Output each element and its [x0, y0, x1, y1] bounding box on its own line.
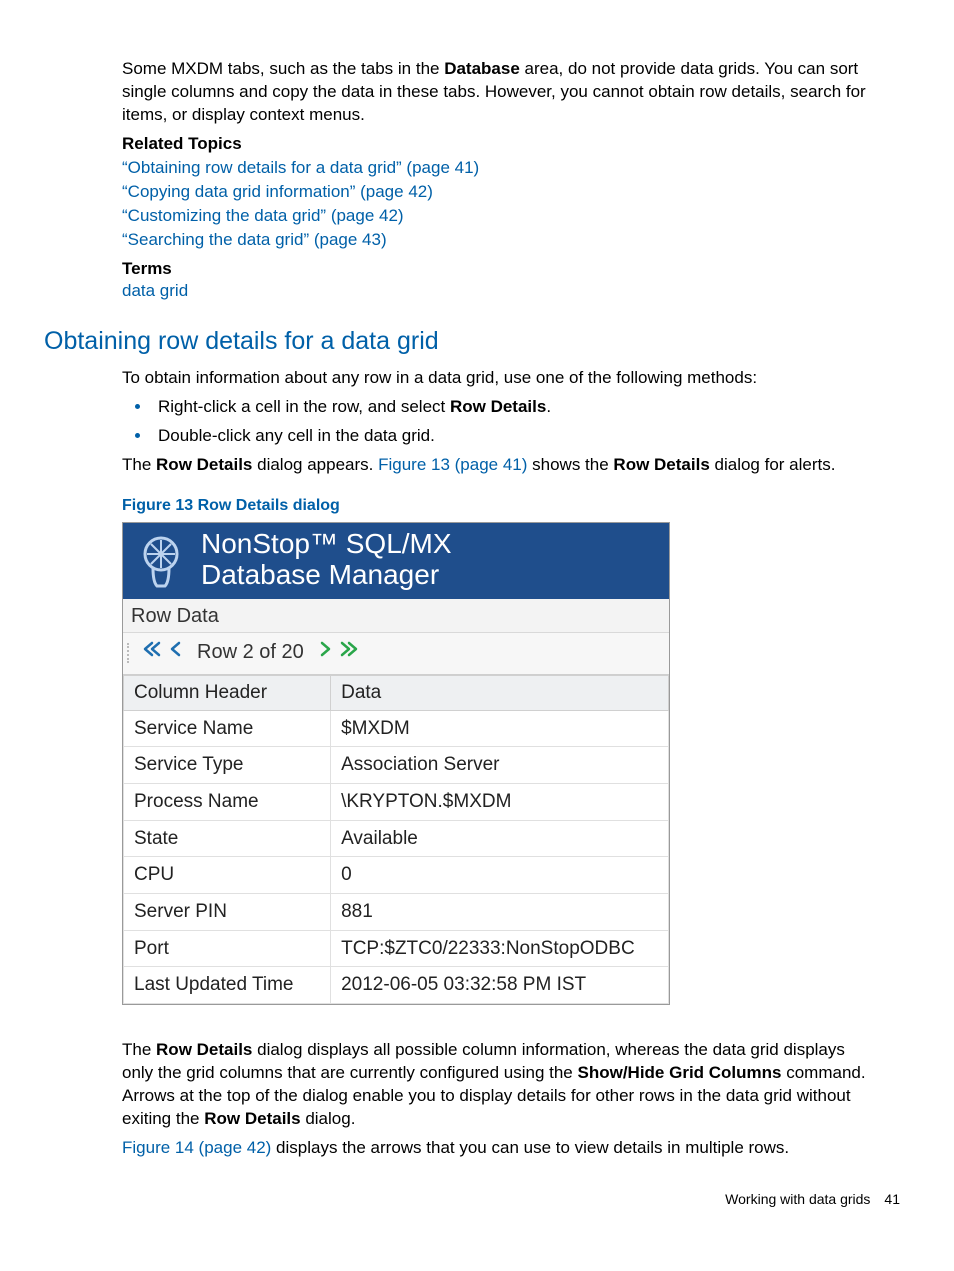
row-details-dialog: NonStop™ SQL/MX Database Manager Row Dat… — [122, 522, 670, 1004]
table-row[interactable]: Service TypeAssociation Server — [124, 747, 669, 784]
next-row-button[interactable] — [316, 639, 334, 666]
figure-14-link[interactable]: Figure 14 (page 42) — [122, 1138, 271, 1157]
first-row-button[interactable] — [143, 639, 161, 666]
related-topics-heading: Related Topics — [122, 133, 866, 156]
dialog-banner: NonStop™ SQL/MX Database Manager — [123, 523, 669, 599]
footer-page-number: 41 — [884, 1190, 900, 1209]
table-row[interactable]: PortTCP:$ZTC0/22333:NonStopODBC — [124, 930, 669, 967]
col-header[interactable]: Column Header — [124, 676, 331, 711]
row-key: Last Updated Time — [124, 967, 331, 1004]
figure-14-ref: Figure 14 (page 42) displays the arrows … — [122, 1137, 866, 1160]
table-row[interactable]: StateAvailable — [124, 820, 669, 857]
figure-caption: Figure 13 Row Details dialog — [122, 495, 866, 517]
table-row[interactable]: Process Name\KRYPTON.$MXDM — [124, 783, 669, 820]
table-row[interactable]: Server PIN881 — [124, 893, 669, 930]
row-key: Port — [124, 930, 331, 967]
row-value: Available — [331, 820, 669, 857]
list-item: Right-click a cell in the row, and selec… — [152, 396, 866, 419]
table-row[interactable]: Last Updated Time2012-06-05 03:32:58 PM … — [124, 967, 669, 1004]
intro-paragraph: Some MXDM tabs, such as the tabs in the … — [122, 58, 866, 127]
methods-list: Right-click a cell in the row, and selec… — [122, 396, 866, 448]
list-item: Double-click any cell in the data grid. — [152, 425, 866, 448]
related-link[interactable]: “Customizing the data grid” (page 42) — [122, 206, 404, 225]
related-link[interactable]: “Searching the data grid” (page 43) — [122, 230, 387, 249]
terms-link[interactable]: data grid — [122, 281, 188, 300]
section-lead: To obtain information about any row in a… — [122, 367, 866, 390]
prev-row-button[interactable] — [167, 639, 185, 666]
row-key: Service Type — [124, 747, 331, 784]
row-key: State — [124, 820, 331, 857]
row-value: 881 — [331, 893, 669, 930]
footer-label: Working with data grids — [725, 1190, 870, 1209]
section-heading: Obtaining row details for a data grid — [44, 325, 910, 359]
row-key: Service Name — [124, 710, 331, 747]
toolbar-grip-icon — [127, 643, 129, 663]
row-value: TCP:$ZTC0/22333:NonStopODBC — [331, 930, 669, 967]
terms-heading: Terms — [122, 258, 866, 281]
banner-line2: Database Manager — [201, 560, 452, 591]
row-value: $MXDM — [331, 710, 669, 747]
row-key: Process Name — [124, 783, 331, 820]
row-value: 2012-06-05 03:32:58 PM IST — [331, 967, 669, 1004]
row-nav-toolbar: Row 2 of 20 — [123, 633, 669, 675]
intro-database-term: Database — [444, 59, 520, 78]
table-row[interactable]: Service Name$MXDM — [124, 710, 669, 747]
row-value: 0 — [331, 857, 669, 894]
table-row[interactable]: CPU0 — [124, 857, 669, 894]
row-key: Server PIN — [124, 893, 331, 930]
page-footer: Working with data grids 41 — [44, 1190, 900, 1209]
app-logo-icon — [133, 532, 189, 588]
related-link[interactable]: “Obtaining row details for a data grid” … — [122, 158, 479, 177]
banner-line1: NonStop™ SQL/MX — [201, 529, 452, 560]
related-topics-list: “Obtaining row details for a data grid” … — [122, 157, 866, 252]
intro-text-a: Some MXDM tabs, such as the tabs in the — [122, 59, 444, 78]
after-figure-paragraph: The Row Details dialog displays all poss… — [122, 1039, 866, 1131]
row-key: CPU — [124, 857, 331, 894]
row-details-table: Column Header Data Service Name$MXDMServ… — [123, 675, 669, 1004]
related-link[interactable]: “Copying data grid information” (page 42… — [122, 182, 433, 201]
row-value: Association Server — [331, 747, 669, 784]
col-header[interactable]: Data — [331, 676, 669, 711]
row-counter: Row 2 of 20 — [197, 639, 304, 666]
dialog-appears-text: The Row Details dialog appears. Figure 1… — [122, 454, 866, 477]
row-data-label: Row Data — [123, 599, 669, 633]
row-value: \KRYPTON.$MXDM — [331, 783, 669, 820]
last-row-button[interactable] — [340, 639, 358, 666]
figure-13-link[interactable]: Figure 13 (page 41) — [378, 455, 527, 474]
